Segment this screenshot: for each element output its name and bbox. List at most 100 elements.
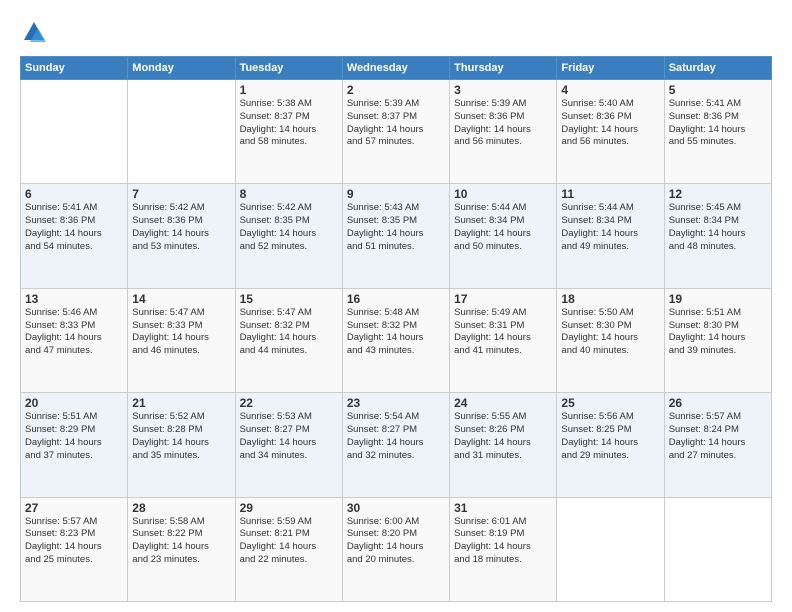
day-number: 31 — [454, 501, 552, 515]
calendar-cell: 19Sunrise: 5:51 AM Sunset: 8:30 PM Dayli… — [664, 288, 771, 392]
day-info: Sunrise: 5:48 AM Sunset: 8:32 PM Dayligh… — [347, 307, 445, 358]
calendar-cell: 10Sunrise: 5:44 AM Sunset: 8:34 PM Dayli… — [450, 184, 557, 288]
day-info: Sunrise: 5:57 AM Sunset: 8:23 PM Dayligh… — [25, 516, 123, 567]
calendar-cell: 4Sunrise: 5:40 AM Sunset: 8:36 PM Daylig… — [557, 80, 664, 184]
calendar-cell: 6Sunrise: 5:41 AM Sunset: 8:36 PM Daylig… — [21, 184, 128, 288]
day-info: Sunrise: 5:46 AM Sunset: 8:33 PM Dayligh… — [25, 307, 123, 358]
day-info: Sunrise: 5:59 AM Sunset: 8:21 PM Dayligh… — [240, 516, 338, 567]
logo-icon — [20, 18, 48, 46]
calendar-cell — [128, 80, 235, 184]
day-info: Sunrise: 6:00 AM Sunset: 8:20 PM Dayligh… — [347, 516, 445, 567]
day-number: 17 — [454, 292, 552, 306]
day-info: Sunrise: 5:53 AM Sunset: 8:27 PM Dayligh… — [240, 411, 338, 462]
weekday-header-thursday: Thursday — [450, 57, 557, 80]
day-info: Sunrise: 5:41 AM Sunset: 8:36 PM Dayligh… — [669, 98, 767, 149]
day-number: 22 — [240, 396, 338, 410]
day-number: 27 — [25, 501, 123, 515]
weekday-header-monday: Monday — [128, 57, 235, 80]
calendar-cell: 17Sunrise: 5:49 AM Sunset: 8:31 PM Dayli… — [450, 288, 557, 392]
day-number: 11 — [561, 187, 659, 201]
day-number: 9 — [347, 187, 445, 201]
weekday-header-saturday: Saturday — [664, 57, 771, 80]
day-number: 12 — [669, 187, 767, 201]
day-number: 14 — [132, 292, 230, 306]
calendar-cell: 30Sunrise: 6:00 AM Sunset: 8:20 PM Dayli… — [342, 497, 449, 601]
day-number: 16 — [347, 292, 445, 306]
day-info: Sunrise: 5:39 AM Sunset: 8:37 PM Dayligh… — [347, 98, 445, 149]
weekday-header-friday: Friday — [557, 57, 664, 80]
calendar-cell: 13Sunrise: 5:46 AM Sunset: 8:33 PM Dayli… — [21, 288, 128, 392]
week-row-3: 13Sunrise: 5:46 AM Sunset: 8:33 PM Dayli… — [21, 288, 772, 392]
day-info: Sunrise: 5:56 AM Sunset: 8:25 PM Dayligh… — [561, 411, 659, 462]
day-info: Sunrise: 5:51 AM Sunset: 8:30 PM Dayligh… — [669, 307, 767, 358]
day-info: Sunrise: 5:47 AM Sunset: 8:32 PM Dayligh… — [240, 307, 338, 358]
day-number: 1 — [240, 83, 338, 97]
day-info: Sunrise: 5:52 AM Sunset: 8:28 PM Dayligh… — [132, 411, 230, 462]
day-info: Sunrise: 5:54 AM Sunset: 8:27 PM Dayligh… — [347, 411, 445, 462]
weekday-header-sunday: Sunday — [21, 57, 128, 80]
calendar-cell: 3Sunrise: 5:39 AM Sunset: 8:36 PM Daylig… — [450, 80, 557, 184]
day-number: 21 — [132, 396, 230, 410]
day-info: Sunrise: 5:39 AM Sunset: 8:36 PM Dayligh… — [454, 98, 552, 149]
day-info: Sunrise: 5:44 AM Sunset: 8:34 PM Dayligh… — [454, 202, 552, 253]
weekday-header-row: SundayMondayTuesdayWednesdayThursdayFrid… — [21, 57, 772, 80]
calendar-cell: 11Sunrise: 5:44 AM Sunset: 8:34 PM Dayli… — [557, 184, 664, 288]
weekday-header-wednesday: Wednesday — [342, 57, 449, 80]
day-info: Sunrise: 5:51 AM Sunset: 8:29 PM Dayligh… — [25, 411, 123, 462]
day-number: 10 — [454, 187, 552, 201]
calendar-cell — [557, 497, 664, 601]
day-info: Sunrise: 5:44 AM Sunset: 8:34 PM Dayligh… — [561, 202, 659, 253]
day-info: Sunrise: 5:45 AM Sunset: 8:34 PM Dayligh… — [669, 202, 767, 253]
day-info: Sunrise: 5:47 AM Sunset: 8:33 PM Dayligh… — [132, 307, 230, 358]
calendar-cell: 27Sunrise: 5:57 AM Sunset: 8:23 PM Dayli… — [21, 497, 128, 601]
calendar-cell: 16Sunrise: 5:48 AM Sunset: 8:32 PM Dayli… — [342, 288, 449, 392]
day-info: Sunrise: 5:40 AM Sunset: 8:36 PM Dayligh… — [561, 98, 659, 149]
calendar-cell: 28Sunrise: 5:58 AM Sunset: 8:22 PM Dayli… — [128, 497, 235, 601]
calendar-table: SundayMondayTuesdayWednesdayThursdayFrid… — [20, 56, 772, 602]
week-row-5: 27Sunrise: 5:57 AM Sunset: 8:23 PM Dayli… — [21, 497, 772, 601]
calendar-cell: 9Sunrise: 5:43 AM Sunset: 8:35 PM Daylig… — [342, 184, 449, 288]
calendar-cell: 2Sunrise: 5:39 AM Sunset: 8:37 PM Daylig… — [342, 80, 449, 184]
calendar-cell: 1Sunrise: 5:38 AM Sunset: 8:37 PM Daylig… — [235, 80, 342, 184]
calendar-cell: 5Sunrise: 5:41 AM Sunset: 8:36 PM Daylig… — [664, 80, 771, 184]
day-number: 3 — [454, 83, 552, 97]
day-info: Sunrise: 5:42 AM Sunset: 8:36 PM Dayligh… — [132, 202, 230, 253]
calendar-cell: 25Sunrise: 5:56 AM Sunset: 8:25 PM Dayli… — [557, 393, 664, 497]
day-info: Sunrise: 5:50 AM Sunset: 8:30 PM Dayligh… — [561, 307, 659, 358]
calendar-cell: 22Sunrise: 5:53 AM Sunset: 8:27 PM Dayli… — [235, 393, 342, 497]
calendar-cell: 18Sunrise: 5:50 AM Sunset: 8:30 PM Dayli… — [557, 288, 664, 392]
calendar-cell — [21, 80, 128, 184]
week-row-1: 1Sunrise: 5:38 AM Sunset: 8:37 PM Daylig… — [21, 80, 772, 184]
day-info: Sunrise: 5:57 AM Sunset: 8:24 PM Dayligh… — [669, 411, 767, 462]
calendar-cell: 24Sunrise: 5:55 AM Sunset: 8:26 PM Dayli… — [450, 393, 557, 497]
calendar-cell: 21Sunrise: 5:52 AM Sunset: 8:28 PM Dayli… — [128, 393, 235, 497]
day-info: Sunrise: 6:01 AM Sunset: 8:19 PM Dayligh… — [454, 516, 552, 567]
day-number: 2 — [347, 83, 445, 97]
day-number: 8 — [240, 187, 338, 201]
calendar-cell: 23Sunrise: 5:54 AM Sunset: 8:27 PM Dayli… — [342, 393, 449, 497]
day-number: 5 — [669, 83, 767, 97]
page: SundayMondayTuesdayWednesdayThursdayFrid… — [0, 0, 792, 612]
calendar-cell: 12Sunrise: 5:45 AM Sunset: 8:34 PM Dayli… — [664, 184, 771, 288]
day-number: 15 — [240, 292, 338, 306]
day-info: Sunrise: 5:58 AM Sunset: 8:22 PM Dayligh… — [132, 516, 230, 567]
calendar-cell — [664, 497, 771, 601]
calendar-cell: 8Sunrise: 5:42 AM Sunset: 8:35 PM Daylig… — [235, 184, 342, 288]
day-number: 24 — [454, 396, 552, 410]
logo — [20, 18, 52, 46]
day-number: 4 — [561, 83, 659, 97]
day-number: 7 — [132, 187, 230, 201]
calendar-cell: 7Sunrise: 5:42 AM Sunset: 8:36 PM Daylig… — [128, 184, 235, 288]
weekday-header-tuesday: Tuesday — [235, 57, 342, 80]
calendar-cell: 15Sunrise: 5:47 AM Sunset: 8:32 PM Dayli… — [235, 288, 342, 392]
header — [20, 18, 772, 46]
day-info: Sunrise: 5:43 AM Sunset: 8:35 PM Dayligh… — [347, 202, 445, 253]
day-number: 28 — [132, 501, 230, 515]
calendar-cell: 31Sunrise: 6:01 AM Sunset: 8:19 PM Dayli… — [450, 497, 557, 601]
day-number: 13 — [25, 292, 123, 306]
day-number: 29 — [240, 501, 338, 515]
calendar-cell: 26Sunrise: 5:57 AM Sunset: 8:24 PM Dayli… — [664, 393, 771, 497]
day-number: 30 — [347, 501, 445, 515]
week-row-2: 6Sunrise: 5:41 AM Sunset: 8:36 PM Daylig… — [21, 184, 772, 288]
day-info: Sunrise: 5:38 AM Sunset: 8:37 PM Dayligh… — [240, 98, 338, 149]
